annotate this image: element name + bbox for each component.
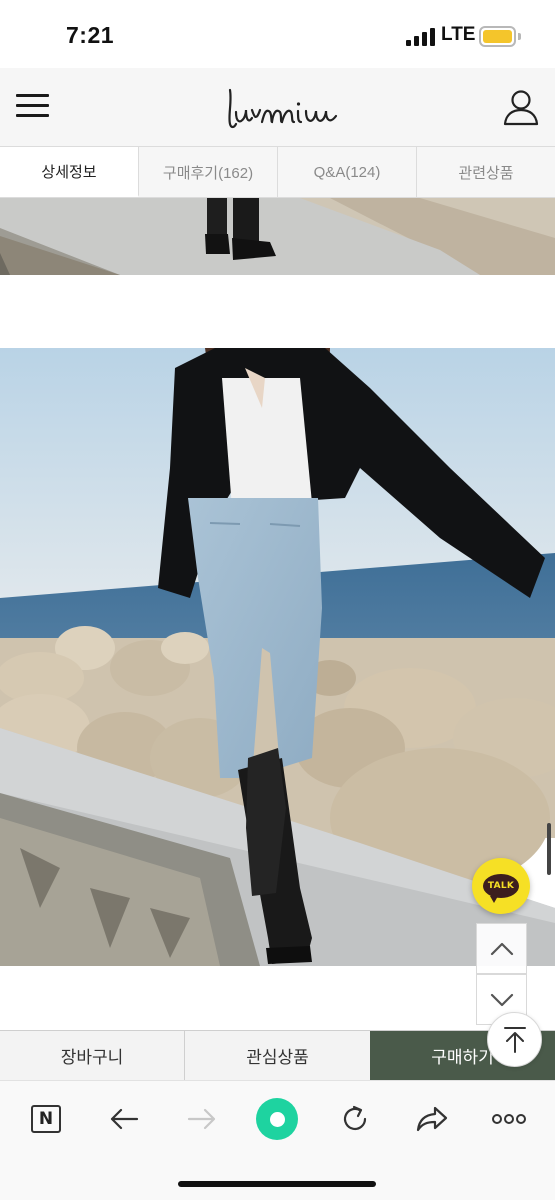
scroll-top-icon <box>503 1026 526 1053</box>
forward-button[interactable] <box>180 1097 224 1141</box>
add-to-cart-button[interactable]: 장바구니 <box>0 1031 185 1080</box>
detail-tabs: 상세정보 구매후기(162) Q&A(124) 관련상품 <box>0 146 555 198</box>
battery-cap <box>518 33 521 40</box>
tab-related-products[interactable]: 관련상품 <box>417 147 555 197</box>
status-time: 7:21 <box>66 22 115 48</box>
hamburger-menu-icon[interactable] <box>16 92 50 120</box>
tab-details[interactable]: 상세정보 <box>0 147 139 197</box>
user-icon[interactable] <box>502 88 540 126</box>
network-type: LTE <box>441 24 476 45</box>
kakao-talk-icon: TALK <box>483 874 519 903</box>
scroll-top-button[interactable] <box>487 1012 542 1067</box>
signal-icon <box>406 28 436 46</box>
more-icon <box>492 1114 526 1124</box>
back-button[interactable] <box>102 1097 146 1141</box>
back-arrow-icon <box>110 1108 139 1130</box>
home-indicator <box>178 1181 376 1187</box>
site-header <box>0 68 555 146</box>
share-button[interactable] <box>410 1097 454 1141</box>
tab-reviews[interactable]: 구매후기(162) <box>139 147 278 197</box>
scroll-up-button[interactable] <box>476 923 527 974</box>
chevron-down-icon <box>490 993 513 1006</box>
wishlist-button[interactable]: 관심상품 <box>185 1031 370 1080</box>
product-photo-main <box>0 348 555 966</box>
refresh-button[interactable] <box>333 1097 377 1141</box>
luvmiu-logo[interactable] <box>218 78 352 136</box>
status-bar: 7:21 LTE <box>0 0 555 68</box>
refresh-icon <box>343 1105 367 1131</box>
green-dot-icon <box>256 1098 298 1140</box>
product-detail-content <box>0 198 555 1030</box>
tab-qna[interactable]: Q&A(124) <box>278 147 417 197</box>
battery-icon <box>479 26 516 47</box>
forward-arrow-icon <box>187 1108 216 1130</box>
scroll-indicator[interactable] <box>547 823 551 875</box>
green-dot-button[interactable] <box>255 1097 299 1141</box>
naver-home-icon: N <box>31 1105 61 1133</box>
kakao-talk-button[interactable]: TALK <box>472 858 530 914</box>
talk-label: TALK <box>487 881 515 891</box>
product-photo-partial <box>0 198 555 275</box>
purchase-action-bar: 장바구니 관심상품 구매하기 <box>0 1030 555 1080</box>
chevron-up-icon <box>490 942 513 955</box>
more-button[interactable] <box>487 1097 531 1141</box>
share-icon <box>416 1106 448 1132</box>
naver-home-button[interactable]: N <box>24 1097 68 1141</box>
